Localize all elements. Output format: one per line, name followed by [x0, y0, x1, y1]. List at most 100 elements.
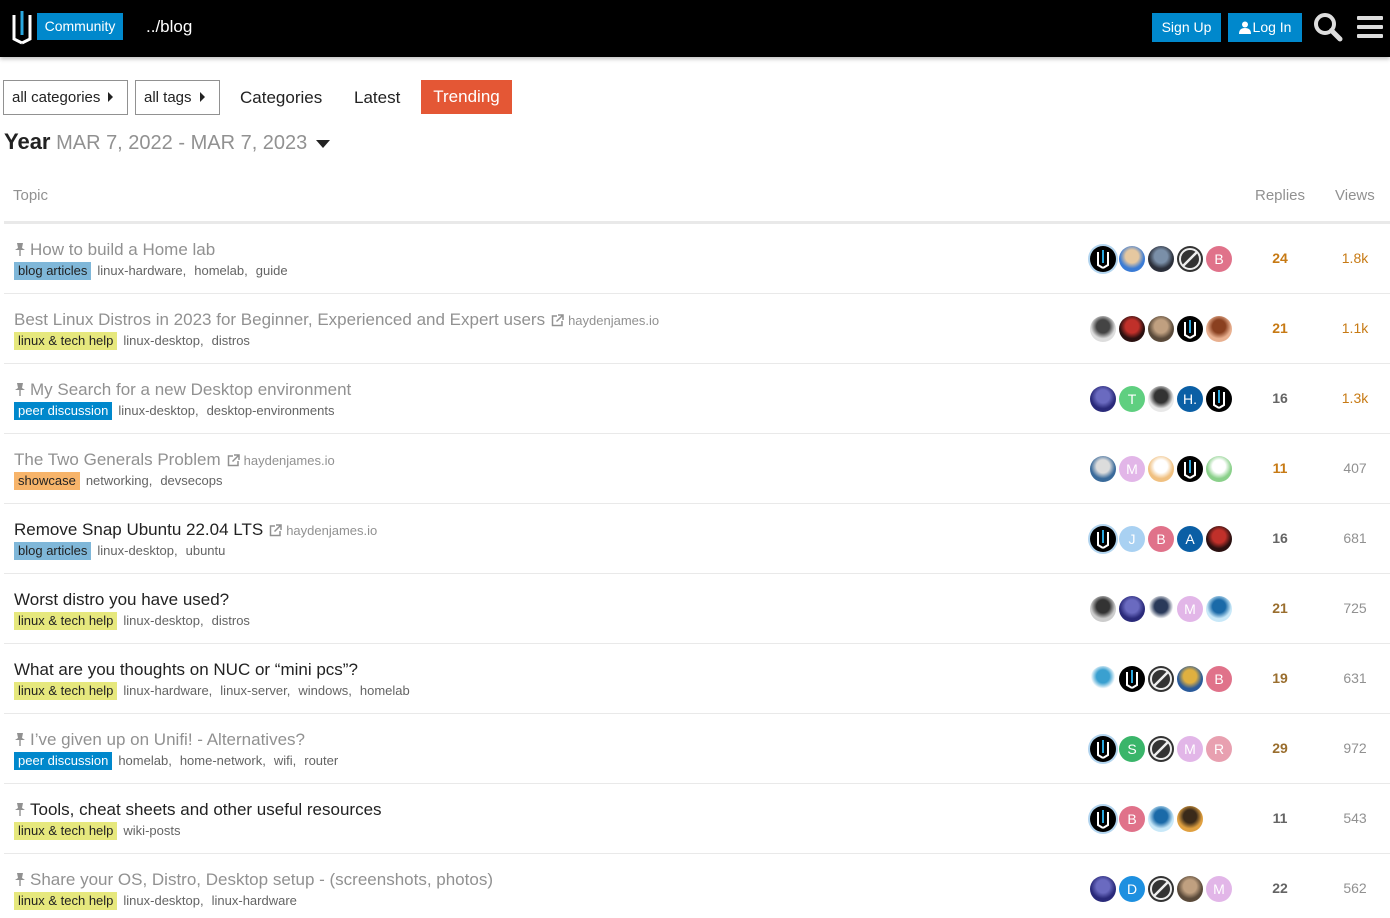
topic-replies-count[interactable]: 16 [1244, 390, 1316, 406]
column-header-topic[interactable]: Topic [13, 187, 48, 204]
external-link-icon[interactable] [551, 314, 564, 327]
category-badge[interactable]: peer discussion [14, 402, 113, 420]
topic-replies-count[interactable]: 29 [1244, 740, 1316, 756]
site-logo[interactable] [10, 9, 34, 45]
avatar[interactable] [1206, 386, 1232, 412]
topic-replies-count[interactable]: 21 [1244, 600, 1316, 616]
avatar[interactable] [1148, 596, 1174, 622]
external-link-icon[interactable] [227, 454, 240, 467]
categories-dropdown[interactable]: all categories [3, 80, 128, 115]
avatar[interactable] [1090, 456, 1116, 482]
topic-row[interactable]: Best Linux Distros in 2023 for Beginner,… [4, 294, 1390, 364]
topic-domain[interactable]: haydenjames.io [244, 453, 335, 468]
category-badge[interactable]: linux & tech help [14, 822, 118, 840]
avatar[interactable] [1206, 596, 1232, 622]
avatar[interactable] [1090, 526, 1116, 552]
avatar[interactable]: A [1177, 526, 1203, 552]
blog-link[interactable]: ../blog [146, 17, 192, 37]
category-badge[interactable]: blog articles [14, 262, 92, 280]
avatar[interactable] [1090, 386, 1116, 412]
topic-row[interactable]: Tools, cheat sheets and other useful res… [4, 784, 1390, 854]
avatar[interactable] [1119, 246, 1145, 272]
topic-replies-count[interactable]: 11 [1244, 460, 1316, 476]
avatar[interactable] [1119, 666, 1145, 692]
avatar[interactable] [1090, 596, 1116, 622]
category-badge[interactable]: linux & tech help [14, 682, 118, 700]
avatar[interactable]: B [1119, 806, 1145, 832]
avatar[interactable] [1206, 456, 1232, 482]
avatar[interactable] [1090, 666, 1116, 692]
avatar[interactable] [1119, 316, 1145, 342]
avatar[interactable] [1206, 526, 1232, 552]
topic-tag[interactable]: homelab [118, 753, 178, 768]
topic-title-link[interactable]: Worst distro you have used? [14, 590, 229, 609]
topic-title-link[interactable]: How to build a Home lab [30, 240, 215, 259]
topic-replies-count[interactable]: 24 [1244, 250, 1316, 266]
topic-title-link[interactable]: I’ve given up on Unifi! - Alternatives? [30, 730, 305, 749]
topic-tag[interactable]: wifi [274, 753, 302, 768]
topic-tag[interactable]: wiki-posts [123, 823, 180, 838]
topic-title-link[interactable]: Remove Snap Ubuntu 22.04 LTS [14, 520, 263, 539]
topic-row[interactable]: What are you thoughts on NUC or “mini pc… [4, 644, 1390, 714]
topic-title-link[interactable]: The Two Generals Problem [14, 450, 221, 469]
avatar[interactable] [1177, 456, 1203, 482]
category-badge[interactable]: showcase [14, 472, 80, 490]
avatar[interactable] [1090, 806, 1116, 832]
avatar[interactable] [1148, 666, 1174, 692]
avatar[interactable]: D [1119, 876, 1145, 902]
avatar[interactable] [1148, 876, 1174, 902]
topic-tag[interactable]: linux-desktop [97, 543, 183, 558]
category-badge[interactable]: linux & tech help [14, 612, 118, 630]
category-badge[interactable]: peer discussion [14, 752, 113, 770]
avatar[interactable] [1090, 316, 1116, 342]
avatar[interactable] [1177, 876, 1203, 902]
topic-domain[interactable]: haydenjames.io [286, 523, 377, 538]
topic-tag[interactable]: homelab [360, 683, 410, 698]
period-selector[interactable]: Year MAR 7, 2022 - MAR 7, 2023 [4, 129, 307, 155]
avatar[interactable] [1148, 316, 1174, 342]
topic-tag[interactable]: ubuntu [186, 543, 226, 558]
topic-tag[interactable]: devsecops [160, 473, 222, 488]
topic-tag[interactable]: linux-hardware [212, 893, 297, 908]
topic-title-link[interactable]: Tools, cheat sheets and other useful res… [30, 800, 382, 819]
avatar[interactable]: B [1206, 666, 1232, 692]
avatar[interactable] [1206, 316, 1232, 342]
avatar[interactable] [1148, 736, 1174, 762]
topic-row[interactable]: Worst distro you have used? linux & tech … [4, 574, 1390, 644]
avatar[interactable] [1177, 316, 1203, 342]
category-badge[interactable]: linux & tech help [14, 892, 118, 910]
tags-dropdown[interactable]: all tags [135, 80, 220, 115]
avatar[interactable] [1148, 386, 1174, 412]
topic-tag[interactable]: linux-server [220, 683, 296, 698]
topic-row[interactable]: I’ve given up on Unifi! - Alternatives? p… [4, 714, 1390, 784]
topic-title-link[interactable]: Share your OS, Distro, Desktop setup - (… [30, 870, 493, 889]
topic-replies-count[interactable]: 16 [1244, 530, 1316, 546]
log-in-button[interactable]: Log In [1228, 13, 1302, 42]
avatar[interactable] [1177, 666, 1203, 692]
avatar[interactable] [1090, 876, 1116, 902]
topic-replies-count[interactable]: 11 [1244, 810, 1316, 826]
nav-trending[interactable]: Trending [421, 80, 512, 114]
caret-down-icon[interactable] [316, 140, 330, 148]
topic-tag[interactable]: guide [256, 263, 288, 278]
topic-tag[interactable]: homelab [194, 263, 254, 278]
avatar[interactable] [1148, 456, 1174, 482]
community-button[interactable]: Community [37, 13, 123, 40]
category-badge[interactable]: blog articles [14, 542, 92, 560]
avatar[interactable]: M [1206, 876, 1232, 902]
topic-tag[interactable]: linux-desktop [123, 893, 209, 908]
topic-row[interactable]: Remove Snap Ubuntu 22.04 LTS haydenjames.… [4, 504, 1390, 574]
avatar[interactable] [1090, 736, 1116, 762]
avatar[interactable] [1148, 806, 1174, 832]
topic-tag[interactable]: linux-desktop [118, 403, 204, 418]
avatar[interactable]: J [1119, 526, 1145, 552]
avatar[interactable] [1177, 246, 1203, 272]
topic-tag[interactable]: distros [212, 613, 250, 628]
avatar[interactable]: T [1119, 386, 1145, 412]
search-icon[interactable] [1313, 12, 1343, 42]
topic-tag[interactable]: home-network [180, 753, 272, 768]
column-header-views[interactable]: Views [1335, 187, 1375, 204]
avatar[interactable] [1148, 246, 1174, 272]
avatar[interactable] [1177, 806, 1203, 832]
topic-tag[interactable]: linux-desktop [123, 333, 209, 348]
